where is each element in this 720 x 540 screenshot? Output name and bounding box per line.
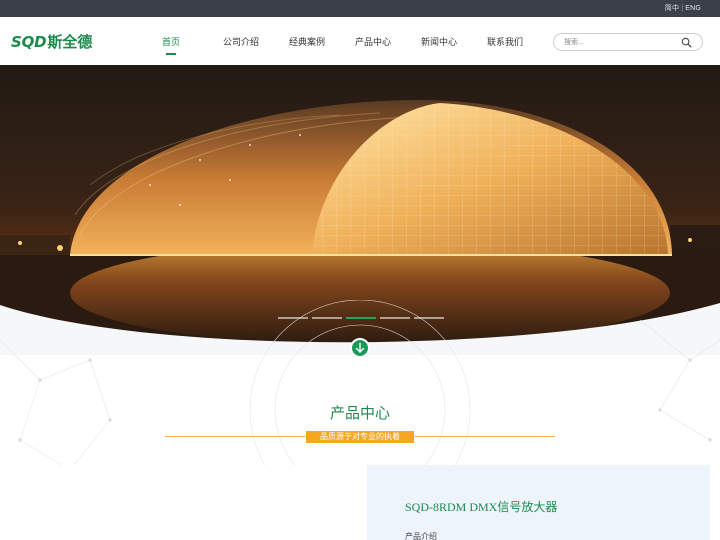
product-title[interactable]: SQD-8RDM DMX信号放大器 — [405, 498, 557, 515]
product-intro-label: 产品介绍 — [405, 532, 437, 540]
lang-separator: | — [681, 5, 684, 12]
logo-chinese: 斯全德 — [47, 33, 93, 51]
section-title: 产品中心 — [329, 404, 390, 422]
search-box — [553, 33, 703, 51]
nav-item-cases[interactable]: 经典案例 — [278, 17, 336, 65]
nav-item-news[interactable]: 新闻中心 — [410, 17, 468, 65]
nav-item-home[interactable]: 首页 — [150, 17, 192, 65]
nav-item-contact[interactable]: 联系我们 — [468, 17, 542, 65]
scroll-down-button[interactable] — [350, 338, 370, 358]
main-nav: 首页 公司介绍 经典案例 产品中心 新闻中心 联系我们 — [150, 17, 542, 65]
section-subtitle: 品质源于对专业的执着 — [306, 431, 414, 443]
search-input[interactable] — [564, 36, 674, 48]
product-info-panel: SQD-8RDM DMX信号放大器 产品介绍 — [367, 465, 710, 540]
logo[interactable]: SQD 斯全德 — [11, 32, 93, 52]
lang-english-link[interactable]: ENG — [685, 5, 701, 12]
search-icon[interactable] — [681, 37, 692, 48]
product-image-panel[interactable] — [17, 465, 367, 540]
arrow-down-icon — [355, 342, 365, 353]
top-bar: 简中 | ENG — [0, 0, 720, 17]
nav-item-about[interactable]: 公司介绍 — [204, 17, 278, 65]
language-switcher: 简中 | ENG — [665, 3, 701, 13]
logo-latin: SQD — [11, 32, 47, 51]
nav-item-products[interactable]: 产品中心 — [336, 17, 410, 65]
lang-chinese-link[interactable]: 简中 — [665, 5, 679, 12]
header: SQD 斯全德 首页 公司介绍 经典案例 产品中心 新闻中心 联系我们 — [0, 17, 720, 65]
